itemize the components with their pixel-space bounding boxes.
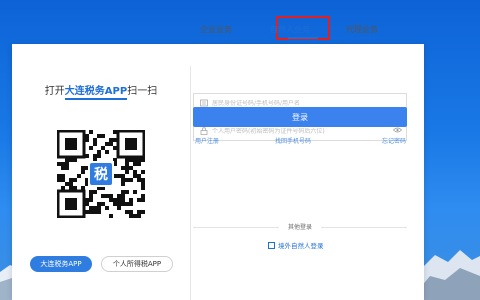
- login-tabs: 企业业务 自然人业务 代理业务: [190, 16, 410, 42]
- overseas-login-label: 境外自然人登录: [278, 242, 324, 250]
- scan-prefix: 打开: [44, 86, 65, 97]
- qr-logo-char: 税: [90, 163, 112, 185]
- forgot-password-link[interactable]: 忘记密码: [382, 136, 406, 145]
- tab-agent[interactable]: 代理业务: [346, 24, 378, 35]
- scan-app-name: 大连税务APP: [64, 86, 128, 100]
- scan-title: 打开大连税务APP扫一扫: [12, 82, 190, 100]
- lock-icon: [200, 127, 208, 135]
- tab-enterprise[interactable]: 企业业务: [200, 24, 232, 35]
- tab-natural-person[interactable]: 自然人业务: [270, 24, 310, 35]
- tab-dalian-tax-app[interactable]: 大连税务APP: [30, 256, 92, 272]
- overseas-login-link[interactable]: 境外自然人登录: [268, 240, 324, 250]
- tab-personal-income-tax-app[interactable]: 个人所得税APP: [101, 256, 173, 272]
- account-input[interactable]: [212, 99, 382, 107]
- scan-suffix: 扫一扫: [127, 86, 158, 97]
- password-input[interactable]: [212, 127, 382, 135]
- overseas-login-icon: [268, 241, 275, 249]
- eye-icon[interactable]: [393, 127, 402, 135]
- qr-logo: 税: [88, 161, 114, 187]
- login-button[interactable]: 登录: [193, 107, 407, 127]
- login-card: 打开大连税务APP扫一扫 税 大连税务APP 个人所得税APP: [12, 44, 424, 300]
- recover-phone-link[interactable]: 找回手机号码: [275, 136, 311, 145]
- register-link[interactable]: 用户注册: [195, 136, 219, 145]
- active-tab-underline: [288, 37, 318, 39]
- pane-divider: [190, 66, 191, 300]
- qr-code: 税: [56, 129, 146, 219]
- other-login-title: 其他登录: [279, 222, 321, 231]
- qr-login-pane: 打开大连税务APP扫一扫 税 大连税务APP 个人所得税APP: [12, 44, 190, 300]
- user-id-icon: [200, 99, 208, 107]
